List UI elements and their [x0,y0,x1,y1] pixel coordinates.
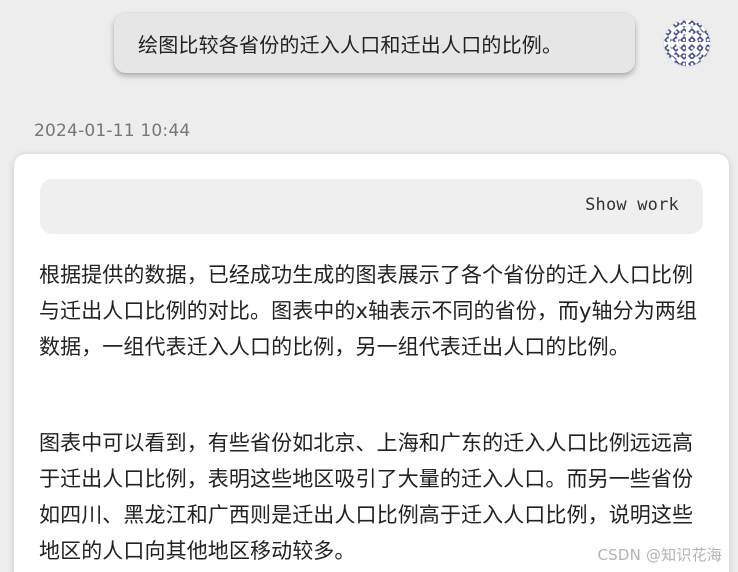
show-work-label: Show work [585,195,679,215]
assistant-paragraph: 根据提供的数据，已经成功生成的图表展示了各个省份的迁入人口比例与迁出人口比例的对… [39,263,698,359]
message-timestamp: 2024-01-11 10:44 [34,121,191,141]
user-message-text: 绘图比较各省份的迁入人口和迁出人口的比例。 [138,32,563,57]
show-work-button[interactable]: Show work [40,179,703,234]
user-avatar[interactable] [664,20,710,66]
watermark: CSDN @知识花海 [597,546,722,564]
chat-screen: 绘图比较各省份的迁入人口和迁出人口的比例。 2024-01-11 10:44 S… [0,0,738,572]
user-message-bubble: 绘图比较各省份的迁入人口和迁出人口的比例。 [114,13,635,73]
user-avatar-icon [664,20,710,66]
assistant-message-card: Show work 根据提供的数据，已经成功生成的图表展示了各个省份的迁入人口比… [14,154,729,572]
